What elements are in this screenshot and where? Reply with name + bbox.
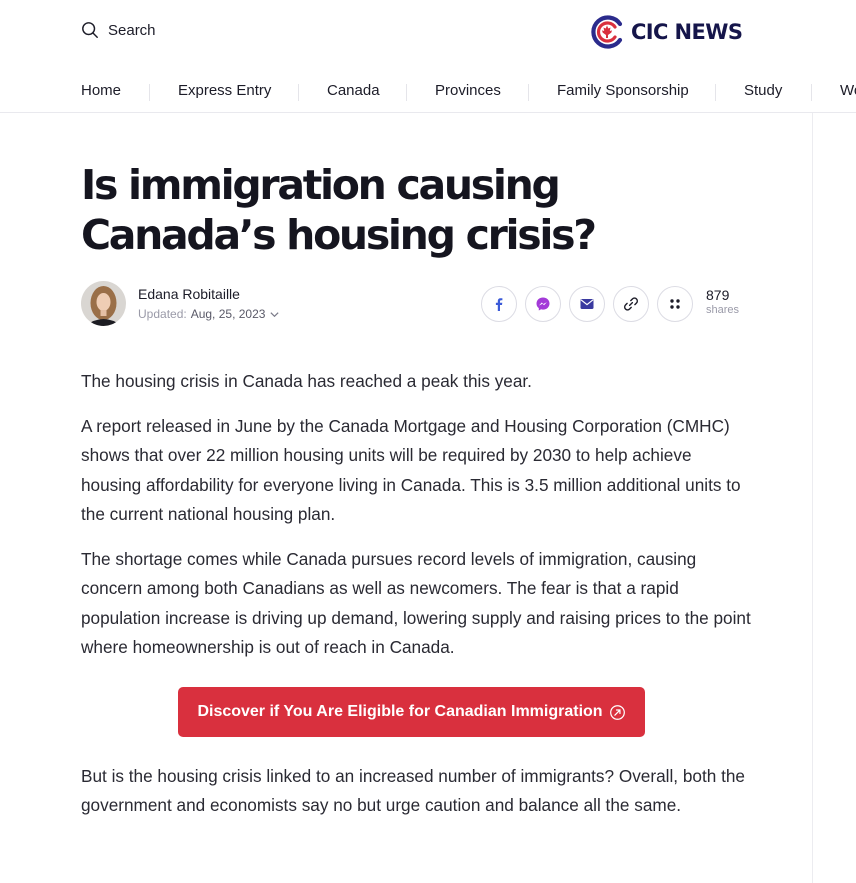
article-paragraph: But is the housing crisis linked to an i… <box>81 766 745 816</box>
search-label: Search <box>108 21 156 39</box>
cta-label: Discover if You Are Eligible for Canadia… <box>197 703 603 720</box>
share-messenger-button[interactable] <box>525 286 561 322</box>
nav-item-express-entry[interactable]: Express Entry <box>178 82 271 99</box>
article-paragraph: The shortage comes while Canada pursues … <box>81 549 751 657</box>
site-logo[interactable]: CIC NEWS <box>589 14 743 50</box>
nav-item-work[interactable]: Wo <box>840 82 856 99</box>
article-paragraph: The housing crisis in Canada has reached… <box>81 371 532 391</box>
updated-dropdown[interactable]: Updated: Aug, 25, 2023 <box>138 307 280 321</box>
nav-item-family-sponsorship[interactable]: Family Sponsorship <box>557 82 689 99</box>
nav-item-home[interactable]: Home <box>81 82 121 99</box>
nav-divider <box>715 84 716 101</box>
chevron-down-icon <box>270 311 280 317</box>
sidebar-divider <box>812 113 813 883</box>
eligibility-cta-button[interactable]: Discover if You Are Eligible for Canadia… <box>178 687 645 737</box>
nav-divider <box>406 84 407 101</box>
nav-divider <box>528 84 529 101</box>
link-icon <box>623 297 639 311</box>
updated-date: Aug, 25, 2023 <box>190 307 266 321</box>
author-avatar[interactable] <box>81 281 126 326</box>
share-count-label: shares <box>706 304 740 316</box>
email-icon <box>580 299 594 309</box>
updated-label: Updated: <box>138 307 187 321</box>
logo-text: CIC NEWS <box>631 20 743 44</box>
main-nav: Home Express Entry Canada Provinces Fami… <box>0 66 856 113</box>
share-bar <box>481 286 693 322</box>
nav-item-provinces[interactable]: Provinces <box>435 82 501 99</box>
cic-logo-icon <box>591 15 623 49</box>
share-count: 879 shares <box>706 287 739 317</box>
arrow-external-icon <box>609 704 625 720</box>
top-bar: Search CIC NEWS <box>0 0 856 66</box>
more-share-button[interactable] <box>657 286 693 322</box>
search-icon <box>82 22 98 38</box>
messenger-icon <box>536 297 550 311</box>
nav-divider <box>811 84 812 101</box>
share-facebook-button[interactable] <box>481 286 517 322</box>
share-count-number: 879 <box>706 287 730 303</box>
article-title: Is immigration causing Canada’s housing … <box>81 161 597 259</box>
search-button[interactable]: Search <box>81 21 156 39</box>
more-icon <box>670 299 680 309</box>
facebook-icon <box>495 298 503 311</box>
author-name[interactable]: Edana Robitaille <box>138 286 280 302</box>
nav-item-canada[interactable]: Canada <box>327 82 380 99</box>
share-email-button[interactable] <box>569 286 605 322</box>
nav-divider <box>149 84 150 101</box>
author-block: Edana Robitaille Updated: Aug, 25, 2023 <box>81 281 280 326</box>
nav-divider <box>298 84 299 101</box>
copy-link-button[interactable] <box>613 286 649 322</box>
article-paragraph: A report released in June by the Canada … <box>81 416 741 524</box>
nav-item-study[interactable]: Study <box>744 82 782 99</box>
